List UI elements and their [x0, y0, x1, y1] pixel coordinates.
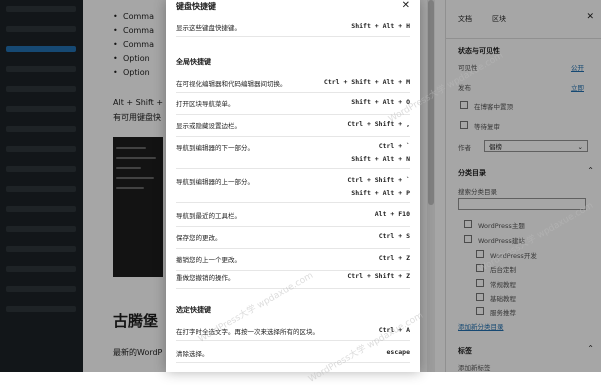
shortcut-keys: Shift + Alt + N — [351, 155, 410, 163]
shortcut-description: 导航到编辑器的下一部分。 — [176, 144, 254, 152]
shortcut-description: 在可视化编辑器和代码编辑器间切换。 — [176, 80, 287, 88]
shortcut-row: 保存您的更改。 Ctrl + S — [176, 228, 410, 249]
shortcut-description: 显示这些键盘快捷键。 — [176, 24, 241, 32]
shortcut-description: 保存您的更改。 — [176, 234, 222, 242]
shortcut-keys: Ctrl + Shift + Z — [347, 272, 410, 280]
shortcut-row: 导航到编辑器的下一部分。 Ctrl + ` Shift + Alt + N — [176, 138, 410, 169]
shortcut-keys: Ctrl + ` — [378, 142, 410, 150]
shortcut-keys: Shift + Alt + P — [351, 189, 410, 197]
shortcut-keys: Ctrl + S — [378, 232, 410, 240]
shortcut-row: 导航到最近的工具栏。 Alt + F10 — [176, 206, 410, 227]
shortcut-keys: Ctrl + Shift + Alt + M — [323, 78, 410, 86]
shortcut-row: 在可视化编辑器和代码编辑器间切换。 Ctrl + Shift + Alt + M — [176, 74, 410, 93]
shortcut-description: 显示或隐藏设置边栏。 — [176, 122, 241, 130]
shortcut-description: 导航到编辑器的上一部分。 — [176, 178, 254, 186]
shortcut-description: 导航到最近的工具栏。 — [176, 212, 241, 220]
shortcut-keys: Ctrl + Z — [378, 254, 410, 262]
shortcut-description: 重做您撤销的操作。 — [176, 274, 235, 282]
shortcut-keys: Ctrl + Shift + , — [347, 120, 410, 128]
shortcut-keys: Ctrl + Shift + ` — [347, 176, 410, 184]
close-icon[interactable]: ✕ — [402, 0, 410, 11]
modal-title: 键盘快捷键 — [176, 2, 216, 11]
shortcut-description: 清除选择。 — [176, 350, 209, 358]
shortcut-row: 导航到编辑器的上一部分。 Ctrl + Shift + ` Shift + Al… — [176, 172, 410, 203]
shortcut-row: 显示这些键盘快捷键。 Shift + Alt + H — [176, 18, 410, 37]
shortcut-description: 撤销您的上一个更改。 — [176, 256, 241, 264]
keyboard-shortcuts-modal: 键盘快捷键 ✕ 显示这些键盘快捷键。 Shift + Alt + H 全局快捷键… — [166, 0, 420, 372]
shortcut-keys: escape — [386, 348, 410, 356]
shortcut-row: 显示或隐藏设置边栏。 Ctrl + Shift + , — [176, 116, 410, 137]
shortcut-keys: Shift + Alt + H — [351, 22, 410, 30]
section-selection: 选定快捷键 — [176, 306, 211, 314]
section-global: 全局快捷键 — [176, 58, 211, 66]
shortcut-row: 打开区块导航菜单。 Shift + Alt + O — [176, 94, 410, 115]
shortcut-keys: Alt + F10 — [374, 210, 410, 218]
shortcut-description: 打开区块导航菜单。 — [176, 100, 235, 108]
